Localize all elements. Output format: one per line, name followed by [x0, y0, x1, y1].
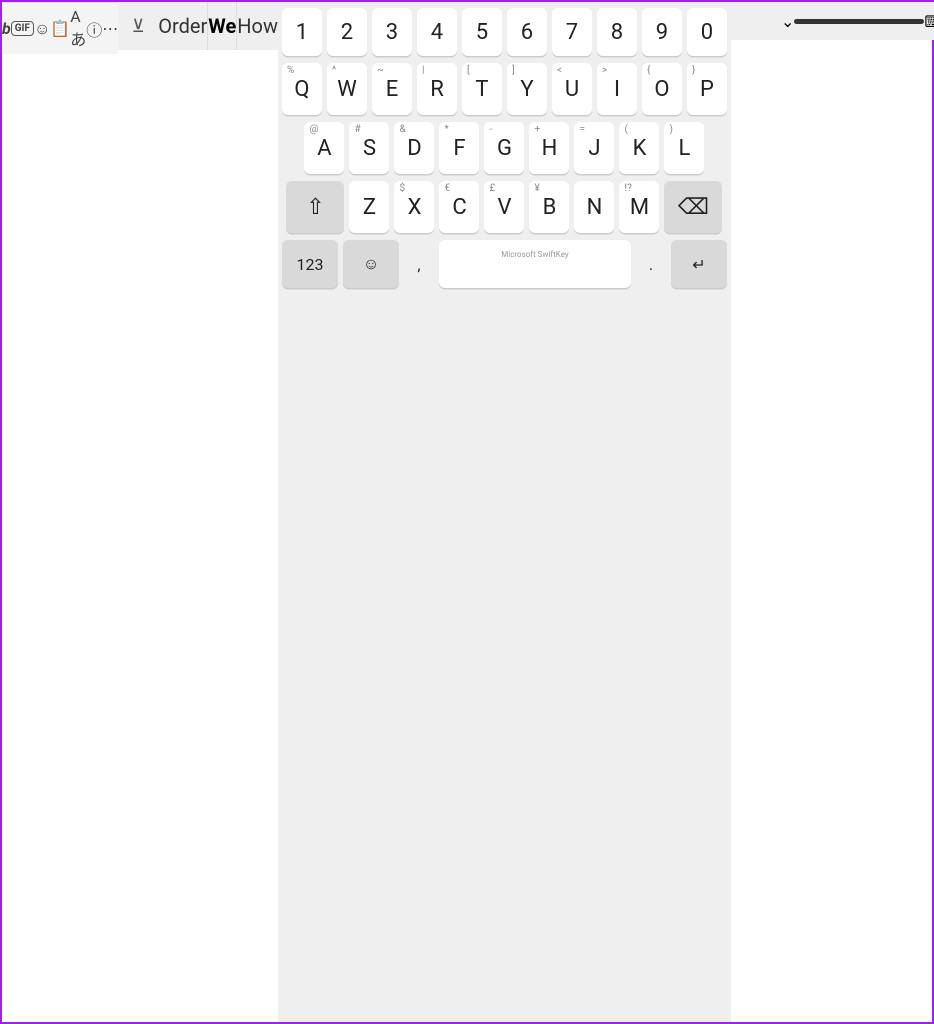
bing-icon[interactable]: b	[2, 19, 11, 38]
dismiss-suggestions[interactable]: ⊻	[118, 2, 158, 50]
key-r[interactable]: |R	[417, 63, 457, 115]
nav-down-icon[interactable]: ⌄	[781, 12, 794, 31]
key-row-numbers: 1 2 3 4 5 6 7 8 9 0	[282, 8, 727, 56]
key-period[interactable]: .	[636, 240, 666, 288]
key-g[interactable]: -G	[484, 122, 524, 174]
key-o[interactable]: {O	[642, 63, 682, 115]
gif-icon[interactable]: GIF	[11, 21, 34, 36]
clipboard-icon[interactable]: 📋	[50, 19, 70, 38]
nav-pill[interactable]	[794, 19, 924, 24]
key-2[interactable]: 2	[327, 8, 367, 56]
suggestion[interactable]: How	[236, 2, 278, 50]
key-l[interactable]: )L	[664, 122, 704, 174]
keyboard: 1 2 3 4 5 6 7 8 9 0 %Q ^W ~E |R [T ]Y <U…	[278, 2, 731, 1022]
key-3[interactable]: 3	[372, 8, 412, 56]
key-6[interactable]: 6	[507, 8, 547, 56]
translate-icon[interactable]: Aあ	[70, 7, 86, 50]
key-n[interactable]: N	[574, 181, 614, 233]
key-enter[interactable]: ↵	[671, 240, 727, 288]
key-7[interactable]: 7	[552, 8, 592, 56]
key-row-qwerty: %Q ^W ~E |R [T ]Y <U >I {O }P	[282, 63, 727, 115]
key-z[interactable]: Z	[349, 181, 389, 233]
key-m[interactable]: !?M	[619, 181, 659, 233]
key-0[interactable]: 0	[687, 8, 727, 56]
key-1[interactable]: 1	[282, 8, 322, 56]
suggestion[interactable]: Order	[158, 2, 207, 50]
nav-bar: ⌄ ⌨	[731, 2, 934, 40]
key-comma[interactable]: ,	[404, 240, 434, 288]
key-e[interactable]: ~E	[372, 63, 412, 115]
key-j[interactable]: =J	[574, 122, 614, 174]
key-p[interactable]: }P	[687, 63, 727, 115]
key-9[interactable]: 9	[642, 8, 682, 56]
key-row-zxcv: ⇧ Z $X €C £V ¥B N !?M ⌫	[282, 181, 727, 233]
key-emoji[interactable]: ☺	[343, 240, 399, 288]
key-5[interactable]: 5	[462, 8, 502, 56]
key-b[interactable]: ¥B	[529, 181, 569, 233]
key-w[interactable]: ^W	[327, 63, 367, 115]
keyboard-toolbar: b GIF ☺ 📋 Aあ ⓘ ⋯	[2, 2, 118, 54]
info-icon[interactable]: ⓘ	[86, 17, 102, 41]
suggestion[interactable]: We	[207, 2, 236, 50]
toolbar-more-icon[interactable]: ⋯	[102, 19, 118, 38]
key-row-asdf: @A #S &D *F -G +H =J (K )L	[282, 122, 727, 174]
key-s[interactable]: #S	[349, 122, 389, 174]
key-backspace[interactable]: ⌫	[664, 181, 722, 233]
key-t[interactable]: [T	[462, 63, 502, 115]
key-space[interactable]: Microsoft SwiftKey	[439, 240, 631, 288]
key-h[interactable]: +H	[529, 122, 569, 174]
key-u[interactable]: <U	[552, 63, 592, 115]
key-q[interactable]: %Q	[282, 63, 322, 115]
suggestion-row: ⊻ Order We How	[118, 2, 278, 50]
key-y[interactable]: ]Y	[507, 63, 547, 115]
key-c[interactable]: €C	[439, 181, 479, 233]
key-x[interactable]: $X	[394, 181, 434, 233]
key-f[interactable]: *F	[439, 122, 479, 174]
key-k[interactable]: (K	[619, 122, 659, 174]
key-a[interactable]: @A	[304, 122, 344, 174]
key-i[interactable]: >I	[597, 63, 637, 115]
key-123[interactable]: 123	[282, 240, 338, 288]
key-d[interactable]: &D	[394, 122, 434, 174]
keyboard-switch-icon[interactable]: ⌨	[924, 12, 934, 31]
key-shift[interactable]: ⇧	[286, 181, 344, 233]
key-4[interactable]: 4	[417, 8, 457, 56]
sticker-icon[interactable]: ☺	[34, 19, 50, 39]
key-row-bottom: 123 ☺ , Microsoft SwiftKey . ↵	[282, 240, 727, 288]
key-8[interactable]: 8	[597, 8, 637, 56]
key-v[interactable]: £V	[484, 181, 524, 233]
